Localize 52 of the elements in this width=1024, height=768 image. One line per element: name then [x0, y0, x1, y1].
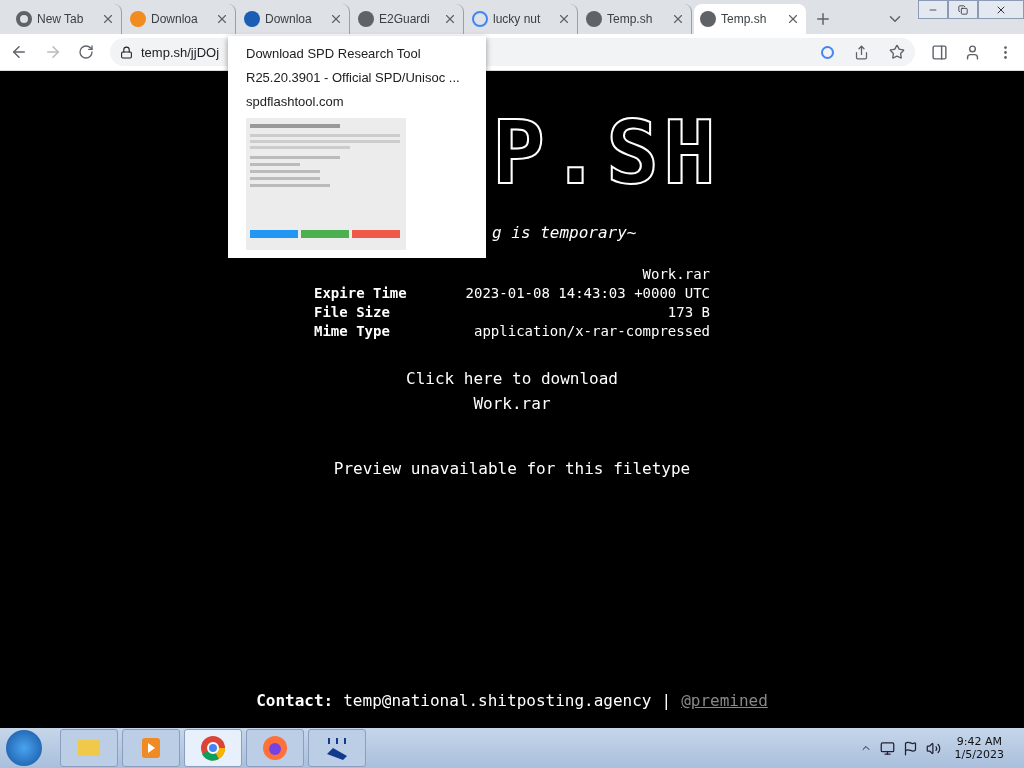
tagline: g is temporary~: [492, 223, 637, 242]
tab-title: New Tab: [37, 12, 84, 26]
close-icon[interactable]: [215, 12, 229, 26]
tab-title: Downloa: [151, 12, 198, 26]
preview-note: Preview unavailable for this filetype: [333, 459, 691, 478]
info-label: Mime Type: [314, 323, 391, 339]
separator-text: |: [661, 691, 672, 710]
close-icon[interactable]: [557, 12, 571, 26]
info-value: application/x-rar-compressed: [473, 323, 710, 339]
browser-tab[interactable]: Temp.sh: [694, 4, 806, 34]
contact-label: Contact:: [256, 691, 334, 710]
speaker-icon[interactable]: [925, 740, 941, 756]
firefox-icon: [261, 734, 289, 762]
tab-title: lucky nut: [493, 12, 541, 26]
star-icon[interactable]: [889, 44, 905, 60]
handle-link[interactable]: @premined: [681, 691, 768, 710]
preview-domain: spdflashtool.com: [246, 93, 345, 111]
url-text: temp.sh/jjDOj: [141, 44, 220, 60]
taskbar-app[interactable]: [184, 729, 242, 767]
taskbar-app[interactable]: [246, 729, 304, 767]
preview-title: Download SPD Research Tool: [246, 45, 422, 63]
clock[interactable]: 9:42 AM 1/5/2023: [954, 735, 1004, 761]
close-icon[interactable]: [329, 12, 343, 26]
close-icon[interactable]: [671, 12, 685, 26]
preview-title: R25.20.3901 - Official SPD/Unisoc ...: [246, 69, 461, 87]
share-icon[interactable]: [854, 44, 869, 60]
restore-icon: [958, 4, 968, 15]
taskbar-app[interactable]: [308, 729, 366, 767]
download-link[interactable]: Click here to download Work.rar: [406, 369, 618, 413]
side-panel-icon[interactable]: [931, 43, 948, 61]
tab-title: Temp.sh: [721, 12, 767, 26]
restore-button[interactable]: [948, 0, 978, 19]
tab-title: Temp.sh: [607, 12, 653, 26]
info-label: File Size: [314, 304, 391, 320]
reload-icon[interactable]: [78, 44, 94, 60]
back-icon[interactable]: [10, 43, 28, 61]
info-value: 173 B: [666, 304, 710, 320]
flag-icon[interactable]: [902, 740, 918, 756]
lock-icon: [120, 45, 133, 59]
tab-title: Downloa: [265, 12, 312, 26]
contact-email: temp@national.shitposting.agency: [343, 691, 652, 710]
close-icon[interactable]: [101, 12, 115, 26]
close-icon[interactable]: [786, 12, 800, 26]
start-button[interactable]: [6, 730, 42, 766]
tab-title: E2Guardi: [379, 12, 430, 26]
info-value: 2023-01-08 14:43:03 +0000 UTC: [464, 285, 710, 301]
network-icon[interactable]: [879, 740, 895, 756]
close-icon[interactable]: [443, 12, 457, 26]
profile-icon[interactable]: [964, 43, 981, 61]
site-logo: P.SH: [492, 109, 720, 197]
info-label: Expire Time: [314, 285, 407, 301]
info-value: Work.rar: [641, 266, 710, 282]
